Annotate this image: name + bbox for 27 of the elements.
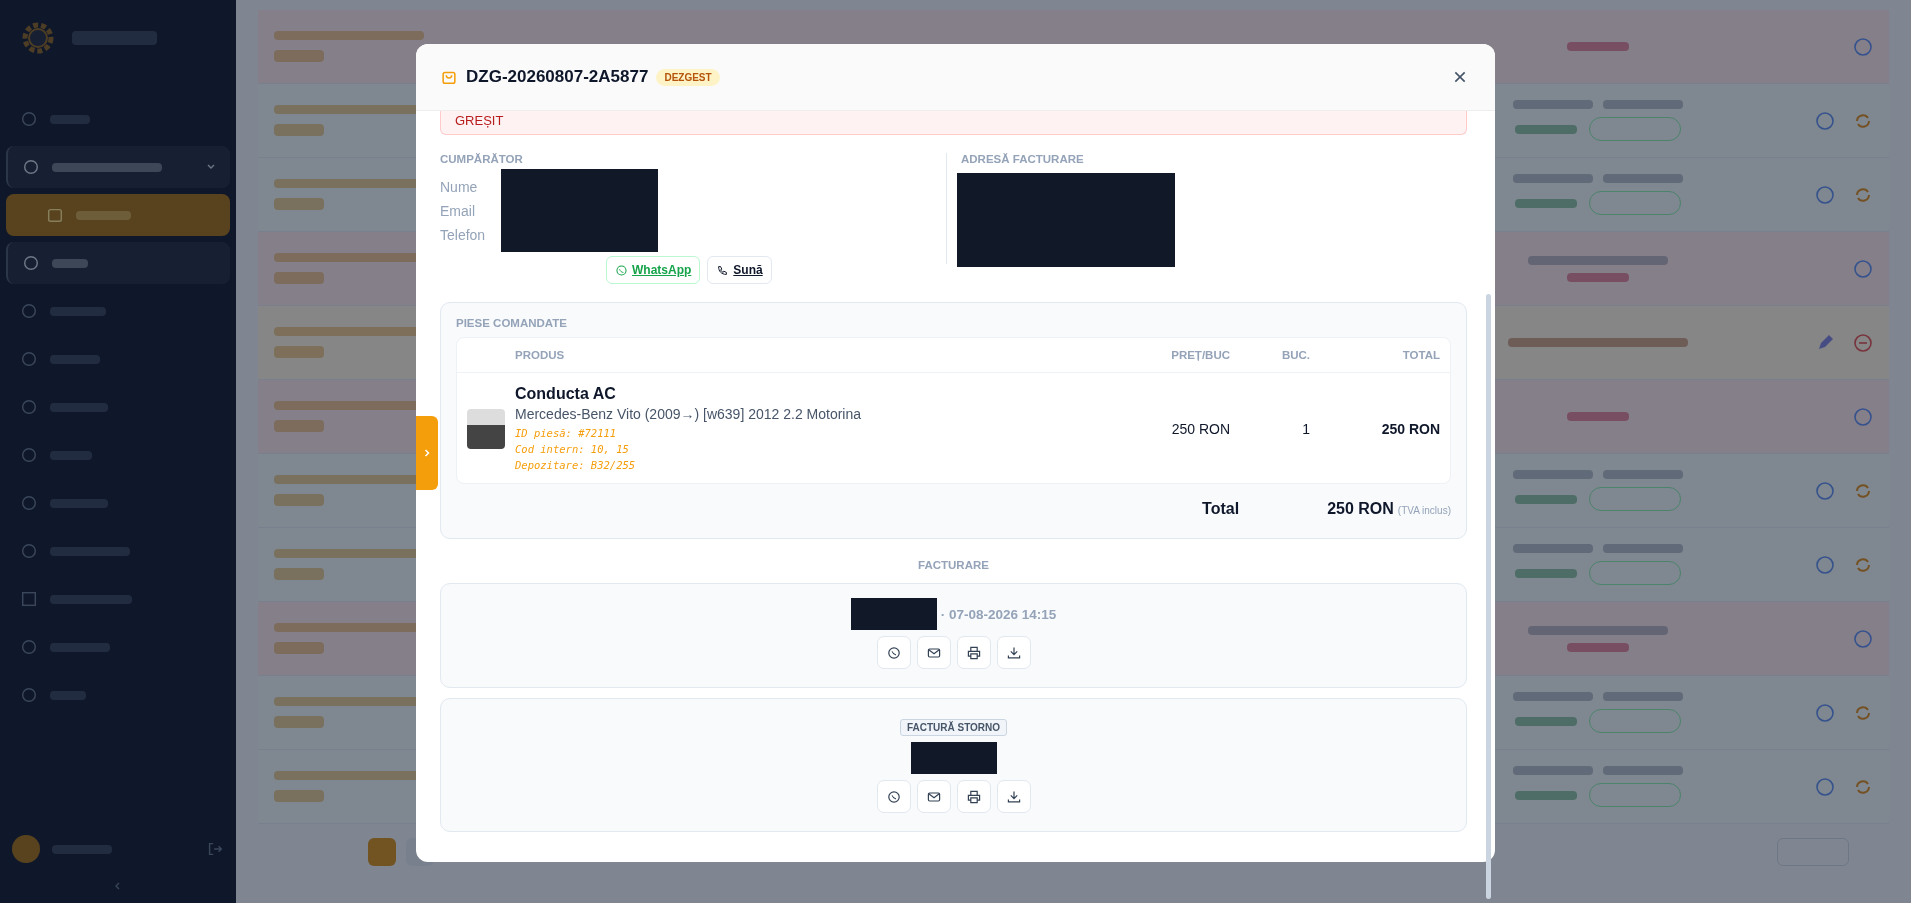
- part-detail: ID piesă: #72111: [515, 426, 618, 441]
- column-header: BUC.: [1280, 349, 1310, 361]
- quantity-cell-text: 1: [1301, 421, 1310, 437]
- error-alert: GREȘIT: [440, 111, 1467, 135]
- column-header: PRODUS: [515, 349, 566, 361]
- field-label: Nume: [440, 179, 479, 195]
- storno-tag: FACTURĂ STORNO: [899, 719, 1008, 736]
- vat-note: (TVA inclus): [1397, 505, 1451, 516]
- part-detail: Cod intern: 10, 15: [515, 442, 630, 457]
- product-name: Conducta AC: [515, 385, 617, 403]
- dialog-title: DZG-20260807-2A5877: [466, 67, 649, 87]
- total-cell-text: 250 RON: [1380, 421, 1440, 437]
- column-header: TOTAL: [1401, 349, 1440, 361]
- vehicle-text: Mercedes-Benz Vito (2009→) [w639] 2012 2.2 Motorina: [515, 406, 863, 422]
- total-label: Total: [1202, 500, 1240, 518]
- section-heading: FACTURARE: [917, 559, 990, 571]
- field-label: Email: [440, 203, 476, 219]
- invoice-date: · 07-08-2026 14:15: [940, 606, 1057, 622]
- price-cell-text: 250 RON: [1170, 421, 1230, 437]
- section-heading: CUMPĂRĂTOR: [440, 153, 524, 165]
- part-detail: Depozitare: B32/255: [515, 458, 637, 473]
- total-value: 250 RON: [1327, 500, 1394, 518]
- field-label: Telefon: [440, 227, 486, 243]
- source-badge: DEZGEST: [656, 68, 720, 86]
- column-header: PREȚ/BUC: [1170, 349, 1230, 361]
- section-heading: PIESE COMANDATE: [456, 317, 568, 329]
- section-heading: ADRESĂ FACTURARE: [961, 153, 1085, 165]
